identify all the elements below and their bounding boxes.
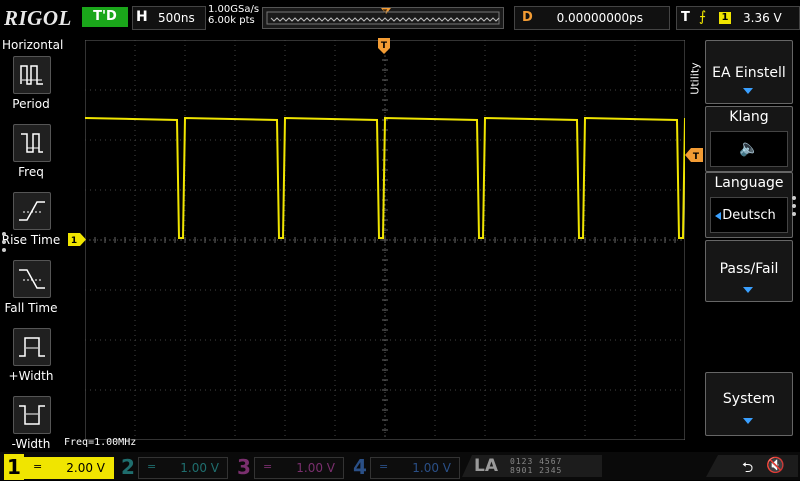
waveform-display[interactable] <box>85 40 685 440</box>
period-icon <box>13 56 51 94</box>
trigger-level: 3.36 V <box>743 11 782 25</box>
speaker-muted-icon: 🔇 <box>766 456 785 474</box>
dc-coupling-icon: = <box>379 460 389 473</box>
channel-2-scale-box: = 1.00 V <box>138 457 228 479</box>
ch1-ground-marker-label: 1 <box>71 236 77 246</box>
pass-fail-label: Pass/Fail <box>719 261 779 277</box>
channel-bar: 1 = 2.00 V 2 = 1.00 V 3 = 1.00 V 4 = 1.0… <box>0 452 800 480</box>
channel-3-scale: 1.00 V <box>296 461 335 475</box>
measure-negative-width-button[interactable]: -Width <box>0 396 62 460</box>
channel-3-scale-box: = 1.00 V <box>254 457 344 479</box>
logic-analyzer-setting[interactable]: LA 0123 4567 8901 2345 <box>462 455 602 477</box>
channel-2-scale: 1.00 V <box>180 461 219 475</box>
measure-negative-width-label: -Width <box>11 437 51 451</box>
delay-label: D <box>522 10 533 25</box>
timebase-value: 500ns <box>158 11 195 25</box>
horizontal-timebase[interactable]: H 500ns <box>132 6 206 30</box>
sound-button[interactable]: Klang 🔈 <box>705 106 793 172</box>
run-state-badge[interactable]: T'D <box>82 7 128 27</box>
acquisition-info: 1.00GSa/s 6.00k pts <box>208 4 259 26</box>
speaker-icon: 🔈 <box>739 138 759 157</box>
right-menu-page-dots <box>792 196 798 220</box>
channel-4-number: 4 <box>353 455 367 479</box>
measure-positive-width-label: +Width <box>8 369 54 383</box>
memory-depth: 6.00k pts <box>208 15 255 26</box>
trigger-source: 1 <box>719 12 731 24</box>
channel-1-number: 1 <box>4 454 24 480</box>
io-settings-label: EA Einstell <box>712 65 786 81</box>
measure-rise-time-button[interactable]: Rise Time <box>0 192 62 256</box>
measure-fall-time-label: Fall Time <box>4 301 58 315</box>
ch1-ground-marker[interactable]: 1 <box>68 233 86 246</box>
negative-width-icon <box>13 396 51 434</box>
channel-3-number: 3 <box>237 455 251 479</box>
pass-fail-button[interactable]: Pass/Fail <box>705 240 793 302</box>
freq-icon <box>13 124 51 162</box>
left-menu-page-dots <box>2 232 8 256</box>
positive-width-icon <box>13 328 51 366</box>
measure-category-title[interactable]: Horizontal <box>2 38 63 52</box>
trigger-position-marker-label: T <box>381 41 388 51</box>
la-bits-row-1: 0123 4567 <box>510 457 563 466</box>
brand-logo: RIGOL <box>4 6 72 30</box>
submenu-arrow-icon <box>743 88 753 94</box>
measure-positive-width-button[interactable]: +Width <box>0 328 62 392</box>
la-bits-row-2: 8901 2345 <box>510 466 563 475</box>
language-label: Language <box>714 175 784 191</box>
utility-menu-tab-label: Utility <box>688 62 702 95</box>
system-label: System <box>722 391 776 407</box>
measure-fall-time-button[interactable]: Fall Time <box>0 260 62 324</box>
dc-coupling-icon: = <box>147 460 157 473</box>
rise-time-icon <box>13 192 51 230</box>
frequency-measurement: Freq=1.00MHz <box>64 437 137 448</box>
system-button[interactable]: System <box>705 372 793 436</box>
channel-4-scale-box: = 1.00 V <box>370 457 460 479</box>
channel-1-scale: 2.00 V <box>66 461 105 475</box>
channel-1-scale-box: = 2.00 V <box>24 457 114 479</box>
memory-overview: T <box>262 7 504 29</box>
logic-analyzer-label: LA <box>474 456 498 476</box>
fall-time-icon <box>13 260 51 298</box>
channel-2-number: 2 <box>121 455 135 479</box>
trigger-level-marker[interactable]: T <box>685 148 703 162</box>
delay-value: 0.00000000ps <box>556 11 643 25</box>
horizontal-label: H <box>136 9 148 25</box>
delay-readout[interactable]: D 0.00000000ps <box>514 6 670 30</box>
dc-coupling-icon: = <box>263 460 273 473</box>
measure-menu: Horizontal Period Freq Rise Time Fall Ti… <box>0 36 63 452</box>
top-status-bar: RIGOL T'D H 500ns 1.00GSa/s 6.00k pts T … <box>0 0 800 34</box>
trigger-label: T <box>681 10 690 25</box>
measure-rise-time-label: Rise Time <box>1 233 61 247</box>
submenu-arrow-icon <box>743 418 753 424</box>
sample-rate: 1.00GSa/s <box>208 4 260 15</box>
channel-4-scale: 1.00 V <box>412 461 451 475</box>
memory-overview-waveform-icon: T <box>266 8 500 25</box>
rising-edge-icon: ⨍ <box>699 9 707 25</box>
measure-freq-button[interactable]: Freq <box>0 124 62 188</box>
submenu-arrow-icon <box>743 287 753 293</box>
trigger-level-marker-label: T <box>693 152 700 162</box>
usb-icon: ⮌ <box>742 460 754 476</box>
io-settings-button[interactable]: EA Einstell <box>705 40 793 104</box>
measure-period-button[interactable]: Period <box>0 56 62 120</box>
logic-analyzer-bits: 0123 4567 8901 2345 <box>510 457 562 475</box>
sound-label: Klang <box>729 109 769 125</box>
utility-menu-tab: Utility <box>687 60 703 100</box>
language-selector[interactable]: Deutsch <box>710 197 788 233</box>
system-status: ⮌ 🔇 <box>706 455 798 477</box>
language-button[interactable]: Language Deutsch <box>705 172 793 238</box>
trigger-readout[interactable]: T ⨍ 1 3.36 V <box>676 6 800 30</box>
sound-toggle[interactable]: 🔈 <box>710 131 788 167</box>
measure-freq-label: Freq <box>18 165 44 179</box>
trigger-position-marker[interactable]: T <box>376 38 392 56</box>
dc-coupling-icon: = <box>33 460 43 473</box>
measure-period-label: Period <box>12 97 50 111</box>
language-value: Deutsch <box>722 208 776 223</box>
